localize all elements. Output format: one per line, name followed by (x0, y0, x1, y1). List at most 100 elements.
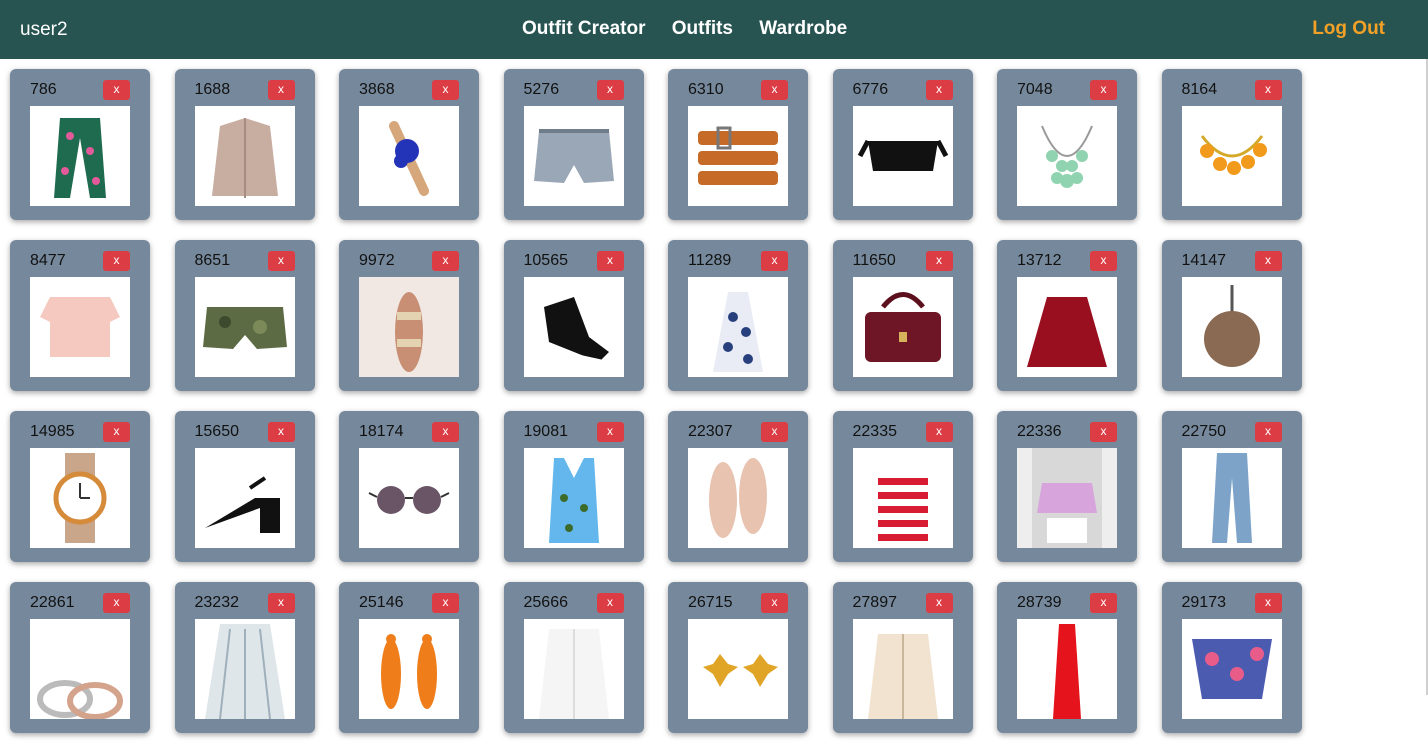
wardrobe-item-card[interactable]: 22336 x (997, 411, 1137, 562)
skirt-icon[interactable] (1017, 277, 1117, 377)
wardrobe-item-card[interactable]: 13712 x (997, 240, 1137, 391)
delete-item-button[interactable]: x (596, 80, 624, 100)
sandal-icon[interactable] (359, 106, 459, 206)
oxford-shoes-icon[interactable] (688, 448, 788, 548)
delete-item-button[interactable]: x (1090, 593, 1117, 613)
wardrobe-item-card[interactable]: 8164 x (1161, 69, 1302, 220)
wardrobe-item-card[interactable]: 3868 x (339, 69, 479, 220)
wardrobe-item-card[interactable]: 26715 x (668, 582, 808, 733)
fur-vest-icon[interactable] (523, 619, 624, 719)
wardrobe-item-card[interactable]: 23232 x (174, 582, 315, 733)
delete-item-button[interactable]: x (103, 593, 130, 613)
wardrobe-item-card[interactable]: 15650 x (174, 411, 315, 562)
wardrobe-item-card[interactable]: 7048 x (997, 69, 1137, 220)
jacket-icon[interactable] (852, 619, 953, 719)
wardrobe-item-card[interactable]: 28739 x (997, 582, 1137, 733)
delete-item-button[interactable]: x (761, 593, 788, 613)
wardrobe-item-card[interactable]: 5276 x (503, 69, 644, 220)
logout-button[interactable]: Log Out (1312, 18, 1385, 40)
red-dress-icon[interactable] (1017, 619, 1117, 719)
blouse-icon[interactable] (1017, 448, 1117, 548)
wardrobe-item-card[interactable]: 10565 x (503, 240, 644, 391)
delete-item-button[interactable]: x (761, 422, 788, 442)
floral-bottoms-icon[interactable] (1181, 619, 1282, 719)
delete-item-button[interactable]: x (267, 80, 295, 100)
delete-item-button[interactable]: x (761, 251, 788, 271)
jeans-icon[interactable] (1181, 448, 1282, 548)
star-earrings-icon[interactable] (688, 619, 788, 719)
delete-item-button[interactable]: x (267, 422, 295, 442)
delete-item-button[interactable]: x (1254, 251, 1282, 271)
delete-item-button[interactable]: x (596, 593, 624, 613)
wardrobe-item-card[interactable]: 22335 x (832, 411, 973, 562)
delete-item-button[interactable]: x (267, 251, 295, 271)
delete-item-button[interactable]: x (1254, 422, 1282, 442)
wardrobe-item-card[interactable]: 25666 x (503, 582, 644, 733)
nav-outfits[interactable]: Outfits (672, 18, 733, 39)
wardrobe-item-card[interactable]: 9972 x (339, 240, 479, 391)
bikini-icon[interactable] (359, 277, 459, 377)
wardrobe-item-card[interactable]: 8651 x (174, 240, 315, 391)
nav-outfit-creator[interactable]: Outfit Creator (522, 18, 646, 39)
delete-item-button[interactable]: x (103, 251, 130, 271)
bracelet-icon[interactable] (1181, 106, 1282, 206)
wardrobe-item-card[interactable]: 27897 x (832, 582, 973, 733)
off-shoulder-top-icon[interactable] (852, 106, 953, 206)
floral-pants-icon[interactable] (30, 106, 130, 206)
delete-item-button[interactable]: x (1254, 593, 1282, 613)
delete-item-button[interactable]: x (925, 593, 953, 613)
delete-item-button[interactable]: x (432, 422, 459, 442)
necklace-icon[interactable] (1017, 106, 1117, 206)
striped-tank-icon[interactable] (852, 448, 953, 548)
pleated-skirt-icon[interactable] (194, 619, 295, 719)
delete-item-button[interactable]: x (925, 80, 953, 100)
wardrobe-item-card[interactable]: 1688 x (174, 69, 315, 220)
wardrobe-item-card[interactable]: 6776 x (832, 69, 973, 220)
fur-keychain-icon[interactable] (1181, 277, 1282, 377)
delete-item-button[interactable]: x (1090, 422, 1117, 442)
delete-item-button[interactable]: x (596, 422, 624, 442)
delete-item-button[interactable]: x (103, 422, 130, 442)
swimsuit-icon[interactable] (523, 448, 624, 548)
delete-item-button[interactable]: x (267, 593, 295, 613)
wardrobe-item-card[interactable]: 11650 x (832, 240, 973, 391)
delete-item-button[interactable]: x (761, 80, 788, 100)
delete-item-button[interactable]: x (1254, 80, 1282, 100)
wardrobe-item-card[interactable]: 8477 x (10, 240, 150, 391)
delete-item-button[interactable]: x (1090, 80, 1117, 100)
handbag-icon[interactable] (852, 277, 953, 377)
wardrobe-item-card[interactable]: 11289 x (668, 240, 808, 391)
delete-item-button[interactable]: x (432, 251, 459, 271)
delete-item-button[interactable]: x (1090, 251, 1117, 271)
sunglasses-icon[interactable] (359, 448, 459, 548)
rings-icon[interactable] (30, 619, 130, 719)
watch-icon[interactable] (30, 448, 130, 548)
sneaker-icon[interactable] (523, 277, 624, 377)
wardrobe-item-card[interactable]: 29173 x (1161, 582, 1302, 733)
delete-item-button[interactable]: x (925, 422, 953, 442)
heel-icon[interactable] (194, 448, 295, 548)
delete-item-button[interactable]: x (925, 251, 953, 271)
wardrobe-item-card[interactable]: 18174 x (339, 411, 479, 562)
wardrobe-item-card[interactable]: 22750 x (1161, 411, 1302, 562)
delete-item-button[interactable]: x (432, 593, 459, 613)
crop-top-icon[interactable] (30, 277, 130, 377)
wardrobe-item-card[interactable]: 25146 x (339, 582, 479, 733)
wardrobe-item-card[interactable]: 6310 x (668, 69, 808, 220)
blazer-icon[interactable] (194, 106, 295, 206)
wardrobe-item-card[interactable]: 14147 x (1161, 240, 1302, 391)
delete-item-button[interactable]: x (432, 80, 459, 100)
shorts-icon[interactable] (523, 106, 624, 206)
wardrobe-item-card[interactable]: 19081 x (503, 411, 644, 562)
wardrobe-item-card[interactable]: 22307 x (668, 411, 808, 562)
wardrobe-item-card[interactable]: 14985 x (10, 411, 150, 562)
delete-item-button[interactable]: x (103, 80, 130, 100)
delete-item-button[interactable]: x (596, 251, 624, 271)
camo-shorts-icon[interactable] (194, 277, 295, 377)
nav-wardrobe[interactable]: Wardrobe (759, 18, 847, 39)
wardrobe-item-card[interactable]: 22861 x (10, 582, 150, 733)
belt-icon[interactable] (688, 106, 788, 206)
wardrobe-item-card[interactable]: 786 x (10, 69, 150, 220)
halter-top-icon[interactable] (688, 277, 788, 377)
earrings-icon[interactable] (359, 619, 459, 719)
